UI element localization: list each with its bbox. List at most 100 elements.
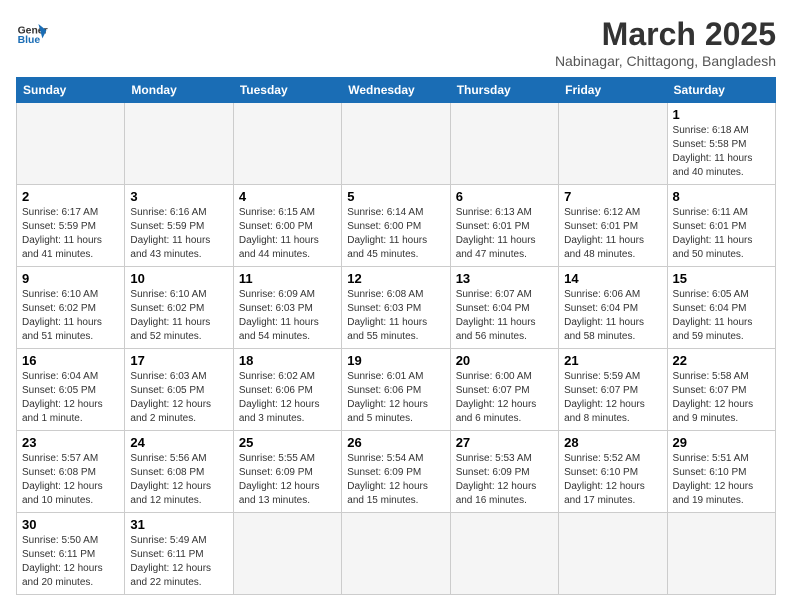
month-title: March 2025 — [555, 16, 776, 53]
header-friday: Friday — [559, 78, 667, 103]
day-info: Sunrise: 6:09 AMSunset: 6:03 PMDaylight:… — [239, 288, 336, 344]
day-number: 15 — [673, 271, 770, 286]
day-cell: 2 Sunrise: 6:17 AMSunset: 5:59 PMDaylight… — [17, 185, 125, 267]
day-number: 1 — [673, 107, 770, 122]
calendar-table: Sunday Monday Tuesday Wednesday Thursday… — [16, 77, 776, 595]
day-number: 9 — [22, 271, 119, 286]
day-number: 14 — [564, 271, 661, 286]
day-cell: 22Sunrise: 5:58 AMSunset: 6:07 PMDayligh… — [667, 349, 775, 431]
day-info: Sunrise: 6:11 AMSunset: 6:01 PMDaylight:… — [673, 206, 770, 262]
empty-cell — [125, 103, 233, 185]
day-cell: 30 Sunrise: 5:50 AMSunset: 6:11 PMDayligh… — [17, 513, 125, 595]
header-tuesday: Tuesday — [233, 78, 341, 103]
day-number: 6 — [456, 189, 553, 204]
day-number: 2 — [22, 189, 119, 204]
day-cell: 31Sunrise: 5:49 AMSunset: 6:11 PMDayligh… — [125, 513, 233, 595]
day-number: 8 — [673, 189, 770, 204]
day-cell: 5Sunrise: 6:14 AMSunset: 6:00 PMDaylight… — [342, 185, 450, 267]
day-cell: 10 Sunrise: 6:10 AMSunset: 6:02 PMDayligh… — [125, 267, 233, 349]
day-cell: 29 Sunrise: 5:51 AMSunset: 6:10 PMDayligh… — [667, 431, 775, 513]
day-info: Sunrise: 5:53 AMSunset: 6:09 PMDaylight:… — [456, 452, 553, 508]
header-sunday: Sunday — [17, 78, 125, 103]
day-info: Sunrise: 6:17 AMSunset: 5:59 PMDaylight:… — [22, 206, 119, 262]
day-info: Sunrise: 5:57 AMSunset: 6:08 PMDaylight:… — [22, 452, 119, 508]
day-info: Sunrise: 6:13 AMSunset: 6:01 PMDaylight:… — [456, 206, 553, 262]
empty-cell — [450, 513, 558, 595]
day-cell: 15Sunrise: 6:05 AMSunset: 6:04 PMDayligh… — [667, 267, 775, 349]
empty-cell — [559, 103, 667, 185]
logo-icon: General Blue — [16, 16, 48, 48]
day-info: Sunrise: 5:58 AMSunset: 6:07 PMDaylight:… — [673, 370, 770, 426]
day-number: 25 — [239, 435, 336, 450]
day-number: 5 — [347, 189, 444, 204]
day-cell: 20 Sunrise: 6:00 AMSunset: 6:07 PMDayligh… — [450, 349, 558, 431]
day-number: 18 — [239, 353, 336, 368]
day-info: Sunrise: 5:54 AMSunset: 6:09 PMDaylight:… — [347, 452, 444, 508]
day-cell: 16 Sunrise: 6:04 AMSunset: 6:05 PMDayligh… — [17, 349, 125, 431]
day-number: 29 — [673, 435, 770, 450]
page-header: General Blue March 2025 Nabinagar, Chitt… — [16, 16, 776, 69]
day-number: 28 — [564, 435, 661, 450]
day-info: Sunrise: 6:04 AMSunset: 6:05 PMDaylight:… — [22, 370, 119, 426]
day-number: 20 — [456, 353, 553, 368]
day-number: 21 — [564, 353, 661, 368]
empty-cell — [233, 103, 341, 185]
day-cell: 18 Sunrise: 6:02 AMSunset: 6:06 PMDayligh… — [233, 349, 341, 431]
day-info: Sunrise: 6:10 AMSunset: 6:02 PMDaylight:… — [130, 288, 227, 344]
day-number: 24 — [130, 435, 227, 450]
day-cell: 4 Sunrise: 6:15 AMSunset: 6:00 PMDaylight… — [233, 185, 341, 267]
empty-cell — [450, 103, 558, 185]
empty-cell — [342, 103, 450, 185]
empty-cell — [17, 103, 125, 185]
day-cell: 17 Sunrise: 6:03 AMSunset: 6:05 PMDayligh… — [125, 349, 233, 431]
day-number: 4 — [239, 189, 336, 204]
weekday-header-row: Sunday Monday Tuesday Wednesday Thursday… — [17, 78, 776, 103]
empty-cell — [233, 513, 341, 595]
day-number: 19 — [347, 353, 444, 368]
day-info: Sunrise: 6:03 AMSunset: 6:05 PMDaylight:… — [130, 370, 227, 426]
day-number: 10 — [130, 271, 227, 286]
day-number: 7 — [564, 189, 661, 204]
day-info: Sunrise: 5:56 AMSunset: 6:08 PMDaylight:… — [130, 452, 227, 508]
day-cell: 11Sunrise: 6:09 AMSunset: 6:03 PMDayligh… — [233, 267, 341, 349]
day-cell: 14Sunrise: 6:06 AMSunset: 6:04 PMDayligh… — [559, 267, 667, 349]
day-info: Sunrise: 5:51 AMSunset: 6:10 PMDaylight:… — [673, 452, 770, 508]
day-number: 30 — [22, 517, 119, 532]
day-cell: 13Sunrise: 6:07 AMSunset: 6:04 PMDayligh… — [450, 267, 558, 349]
day-cell: 12 Sunrise: 6:08 AMSunset: 6:03 PMDayligh… — [342, 267, 450, 349]
day-cell: 1Sunrise: 6:18 AMSunset: 5:58 PMDaylight… — [667, 103, 775, 185]
day-cell: 25 Sunrise: 5:55 AMSunset: 6:09 PMDayligh… — [233, 431, 341, 513]
day-info: Sunrise: 5:59 AMSunset: 6:07 PMDaylight:… — [564, 370, 661, 426]
svg-text:Blue: Blue — [18, 35, 41, 46]
day-info: Sunrise: 6:02 AMSunset: 6:06 PMDaylight:… — [239, 370, 336, 426]
day-number: 12 — [347, 271, 444, 286]
header-thursday: Thursday — [450, 78, 558, 103]
day-number: 16 — [22, 353, 119, 368]
location-subtitle: Nabinagar, Chittagong, Bangladesh — [555, 53, 776, 69]
day-cell: 24 Sunrise: 5:56 AMSunset: 6:08 PMDayligh… — [125, 431, 233, 513]
day-cell: 28Sunrise: 5:52 AMSunset: 6:10 PMDayligh… — [559, 431, 667, 513]
day-cell: 21 Sunrise: 5:59 AMSunset: 6:07 PMDayligh… — [559, 349, 667, 431]
header-monday: Monday — [125, 78, 233, 103]
day-info: Sunrise: 6:08 AMSunset: 6:03 PMDaylight:… — [347, 288, 444, 344]
empty-cell — [559, 513, 667, 595]
day-cell: 8 Sunrise: 6:11 AMSunset: 6:01 PMDaylight… — [667, 185, 775, 267]
empty-cell — [342, 513, 450, 595]
day-number: 3 — [130, 189, 227, 204]
day-number: 17 — [130, 353, 227, 368]
day-info: Sunrise: 6:16 AMSunset: 5:59 PMDaylight:… — [130, 206, 227, 262]
day-info: Sunrise: 5:50 AMSunset: 6:11 PMDaylight:… — [22, 534, 119, 590]
day-number: 26 — [347, 435, 444, 450]
day-info: Sunrise: 6:10 AMSunset: 6:02 PMDaylight:… — [22, 288, 119, 344]
day-info: Sunrise: 6:07 AMSunset: 6:04 PMDaylight:… — [456, 288, 553, 344]
day-info: Sunrise: 6:01 AMSunset: 6:06 PMDaylight:… — [347, 370, 444, 426]
day-cell: 19 Sunrise: 6:01 AMSunset: 6:06 PMDayligh… — [342, 349, 450, 431]
title-block: March 2025 Nabinagar, Chittagong, Bangla… — [555, 16, 776, 69]
day-info: Sunrise: 5:55 AMSunset: 6:09 PMDaylight:… — [239, 452, 336, 508]
day-info: Sunrise: 6:15 AMSunset: 6:00 PMDaylight:… — [239, 206, 336, 262]
day-number: 27 — [456, 435, 553, 450]
day-info: Sunrise: 5:49 AMSunset: 6:11 PMDaylight:… — [130, 534, 227, 590]
day-cell: 6 Sunrise: 6:13 AMSunset: 6:01 PMDaylight… — [450, 185, 558, 267]
day-info: Sunrise: 6:00 AMSunset: 6:07 PMDaylight:… — [456, 370, 553, 426]
empty-cell — [667, 513, 775, 595]
